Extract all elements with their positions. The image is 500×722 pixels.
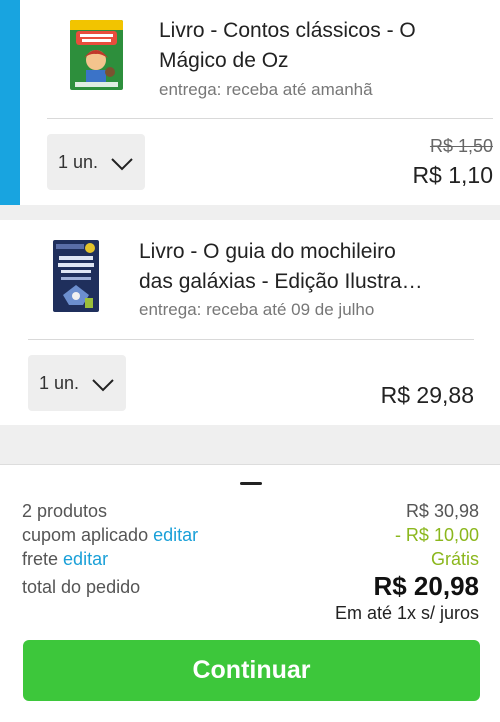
item-title[interactable]: Livro - Contos clássicos - O Mágico de O… xyxy=(159,16,489,76)
quantity-value: 1 un. xyxy=(39,372,80,393)
edit-coupon-link[interactable]: editar xyxy=(153,525,198,545)
quantity-select[interactable]: 1 un. xyxy=(47,134,145,190)
item-price: R$ 29,88 xyxy=(380,382,474,408)
quantity-select[interactable]: 1 un. xyxy=(28,355,126,411)
shipping-label: frete xyxy=(22,549,59,569)
book-cover-magico-de-oz xyxy=(70,20,123,90)
summary-products-row: 2 produtos R$ 30,98 xyxy=(22,501,479,522)
delivery-estimate: entrega: receba até 09 de julho xyxy=(139,300,375,319)
order-total: R$ 20,98 xyxy=(373,571,479,601)
chevron-down-icon xyxy=(91,376,115,392)
order-summary-panel: 2 produtos R$ 30,98 cupom aplicado edita… xyxy=(0,464,500,722)
book-cover-guia-do-mochileiro xyxy=(53,240,99,312)
cart-item-oz[interactable]: Livro - Contos clássicos - O Mágico de O… xyxy=(20,0,500,205)
total-label: total do pedido xyxy=(22,577,141,597)
delivery-estimate: entrega: receba até amanhã xyxy=(159,80,373,99)
edit-shipping-link[interactable]: editar xyxy=(63,549,108,569)
item-price: R$ 1,10 xyxy=(412,162,493,188)
selected-item-indicator xyxy=(0,0,20,205)
item-title[interactable]: Livro - O guia do mochileiro das galáxia… xyxy=(139,237,479,297)
original-price: R$ 1,50 xyxy=(429,136,493,156)
item-divider xyxy=(28,339,474,340)
drag-handle[interactable] xyxy=(240,482,262,485)
installments-info: Em até 1x s/ juros xyxy=(334,603,479,623)
chevron-down-icon xyxy=(110,155,134,171)
products-subtotal: R$ 30,98 xyxy=(405,501,479,521)
coupon-discount: - R$ 10,00 xyxy=(394,525,479,545)
shipping-value: Grátis xyxy=(430,549,479,569)
summary-shipping-row: frete editar Grátis xyxy=(22,549,479,570)
products-count: 2 produtos xyxy=(22,501,108,521)
item-divider xyxy=(47,118,493,119)
cart-item-mochileiro[interactable]: Livro - O guia do mochileiro das galáxia… xyxy=(0,220,500,425)
coupon-label: cupom aplicado xyxy=(22,525,149,545)
quantity-value: 1 un. xyxy=(58,151,99,172)
summary-coupon-row: cupom aplicado editar - R$ 10,00 xyxy=(22,525,479,546)
summary-total-row: total do pedido R$ 20,98 xyxy=(22,571,479,602)
continue-button[interactable]: Continuar xyxy=(23,640,480,701)
